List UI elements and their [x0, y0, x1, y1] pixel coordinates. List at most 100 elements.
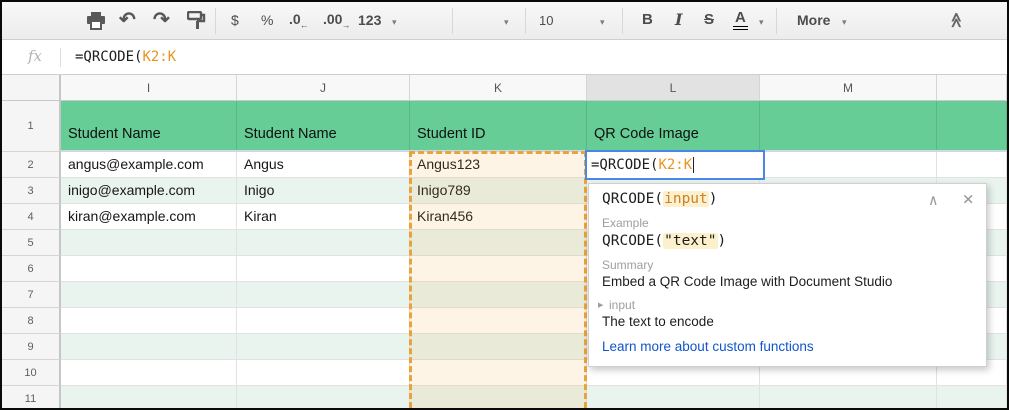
paint-format-button[interactable] [187, 11, 206, 30]
cell-I10[interactable] [61, 360, 237, 386]
cell-K1[interactable]: Student ID [410, 101, 587, 152]
cell-J1[interactable]: Student Name [237, 101, 410, 152]
cell-J7[interactable] [237, 282, 410, 308]
column-header-L[interactable]: L [587, 75, 760, 101]
redo-button[interactable]: ↷ [153, 7, 170, 32]
editor-range-ref: K2:K [658, 157, 692, 173]
editor-text: =QRCODE( [591, 157, 658, 173]
cell-L1[interactable]: QR Code Image [587, 101, 760, 152]
bold-button[interactable]: B [642, 11, 653, 28]
column-header-I[interactable]: I [61, 75, 237, 101]
print-button[interactable] [86, 12, 106, 30]
cell-I2[interactable]: angus@example.com [61, 152, 237, 178]
row-header-2[interactable]: 2 [2, 152, 61, 178]
cell-J3[interactable]: Inigo [237, 178, 410, 204]
percent-format-button[interactable]: % [261, 12, 273, 28]
increase-decimal-arrow-icon: → [341, 20, 350, 30]
cell-J11[interactable] [237, 386, 410, 408]
more-dropdown-icon[interactable]: ▾ [842, 17, 847, 28]
undo-button[interactable]: ↶ [119, 7, 136, 32]
number-format-dropdown-icon[interactable]: ▾ [392, 17, 397, 28]
cell-J2[interactable]: Angus [237, 152, 410, 178]
row-header-7[interactable]: 7 [2, 282, 61, 308]
cell-I3[interactable]: inigo@example.com [61, 178, 237, 204]
text-color-dropdown-icon[interactable]: ▾ [759, 17, 764, 28]
cell-N1[interactable] [937, 101, 1007, 152]
cell-I7[interactable] [61, 282, 237, 308]
example-label: Example [602, 216, 986, 230]
cell-N11[interactable] [937, 386, 1007, 408]
italic-button[interactable]: I [675, 10, 682, 29]
font-size-dropdown-icon[interactable]: ▾ [600, 17, 605, 28]
toolbar-separator [776, 8, 777, 34]
number-format-button[interactable]: 123 [358, 12, 381, 28]
cell-N2[interactable] [937, 152, 1007, 178]
spreadsheet-grid: IJKLM 1234567891011 Student NameStudent Na… [2, 75, 1007, 408]
decrease-decimal-button[interactable]: .0← [289, 11, 310, 27]
cell-M1[interactable] [760, 101, 937, 152]
font-size-value[interactable]: 10 [539, 13, 553, 28]
row-header-6[interactable]: 6 [2, 256, 61, 282]
strikethrough-button[interactable]: S [704, 11, 714, 28]
toolbar-separator [452, 8, 453, 34]
text-cursor [693, 157, 694, 173]
undo-icon: ↶ [119, 9, 136, 31]
formula-bar-separator [60, 48, 61, 67]
cell-I6[interactable] [61, 256, 237, 282]
fx-icon: fx [28, 47, 42, 65]
row-header-9[interactable]: 9 [2, 334, 61, 360]
column-header-J[interactable]: J [237, 75, 410, 101]
more-button[interactable]: More [797, 12, 830, 28]
example-code: QRCODE("text") [602, 233, 986, 249]
decrease-decimal-arrow-icon: ← [300, 20, 309, 30]
cell-I8[interactable] [61, 308, 237, 334]
increase-decimal-button[interactable]: .00→ [323, 11, 351, 27]
row-header-5[interactable]: 5 [2, 230, 61, 256]
cell-M11[interactable] [760, 386, 937, 408]
argument-description: The text to encode [602, 314, 986, 329]
cell-J9[interactable] [237, 334, 410, 360]
row-header-1[interactable]: 1 [2, 101, 61, 152]
cell-J5[interactable] [237, 230, 410, 256]
argument-label: ▶input [609, 298, 986, 312]
row-header-10[interactable]: 10 [2, 360, 61, 386]
collapse-help-icon[interactable]: ∧ [929, 191, 938, 209]
column-header-M[interactable]: M [760, 75, 937, 101]
row-header-3[interactable]: 3 [2, 178, 61, 204]
argument-arrow-icon: ▶ [598, 301, 603, 309]
row-header-11[interactable]: 11 [2, 386, 61, 408]
app-window: ↶ ↷ $ % .0← .00→ 123 ▾ ▾ 10 ▾ B I S A ▾ [0, 0, 1009, 410]
column-header-N[interactable] [937, 75, 1007, 101]
cell-M2[interactable] [760, 152, 937, 178]
column-header-K[interactable]: K [410, 75, 587, 101]
summary-text: Embed a QR Code Image with Document Stud… [602, 274, 986, 289]
toolbar-separator [622, 8, 623, 34]
formula-input[interactable]: =QRCODE(K2:K [75, 49, 176, 65]
font-family-dropdown-icon[interactable]: ▾ [504, 17, 509, 28]
close-help-icon[interactable]: × [963, 188, 974, 210]
cell-J8[interactable] [237, 308, 410, 334]
cell-I1[interactable]: Student Name [61, 101, 237, 152]
print-icon [86, 12, 106, 30]
collapse-toolbar-icon: ≫ [947, 12, 965, 28]
text-color-button[interactable]: A [733, 9, 748, 30]
cell-J6[interactable] [237, 256, 410, 282]
cell-J4[interactable]: Kiran [237, 204, 410, 230]
formula-range-ref: K2:K [142, 49, 176, 65]
cell-I9[interactable] [61, 334, 237, 360]
cell-I5[interactable] [61, 230, 237, 256]
cell-editor-L2[interactable]: =QRCODE(K2:K [585, 150, 765, 180]
sheet-corner[interactable] [2, 75, 61, 101]
function-help-popup: QRCODE(input) ∧ × Example QRCODE("text")… [588, 183, 987, 367]
currency-format-button[interactable]: $ [231, 12, 239, 28]
learn-more-link[interactable]: Learn more about custom functions [602, 339, 986, 354]
toolbar-separator [525, 8, 526, 34]
cell-J10[interactable] [237, 360, 410, 386]
collapse-toolbar-button[interactable]: ≫ [948, 11, 964, 29]
cell-I4[interactable]: kiran@example.com [61, 204, 237, 230]
toolbar: ↶ ↷ $ % .0← .00→ 123 ▾ ▾ 10 ▾ B I S A ▾ [2, 2, 1007, 40]
cell-L11[interactable] [587, 386, 760, 408]
row-header-4[interactable]: 4 [2, 204, 61, 230]
row-header-8[interactable]: 8 [2, 308, 61, 334]
cell-I11[interactable] [61, 386, 237, 408]
